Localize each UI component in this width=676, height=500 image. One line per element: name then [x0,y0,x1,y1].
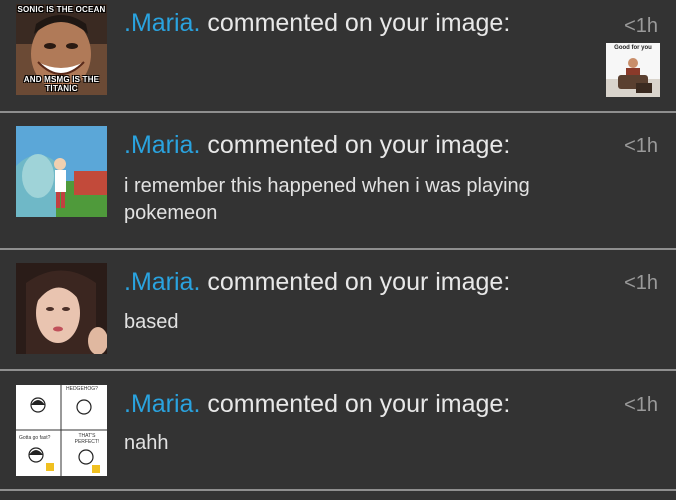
notification-item[interactable]: .Maria. commented on your image: <1h bas… [0,250,676,371]
meme-top-text: SONIC IS THE OCEAN [17,5,106,14]
notification-item[interactable]: SONIC IS THE OCEAN AND MSMG IS THE TITAN… [0,0,676,113]
username-link[interactable]: .Maria. [124,131,200,159]
comment-text: based [124,311,179,333]
action-text: commented on your image: [200,268,511,296]
meme-bottom-text: AND MSMG IS THE TITANIC [23,75,100,93]
notification-headline: .Maria. commented on your image: [124,130,510,160]
divider [0,489,676,491]
comic-caption: Gotta go fast? [19,435,51,441]
username-link[interactable]: .Maria. [124,268,200,296]
comic-caption: HEDGEHOG? [66,386,98,392]
post-thumbnail[interactable] [16,126,107,217]
action-text: commented on your image: [200,390,511,418]
post-thumbnail[interactable] [16,263,107,354]
username-link[interactable]: .Maria. [124,9,200,37]
post-thumbnail[interactable]: HEDGEHOG? Gotta go fast? THAT'S PERFECT! [16,385,107,476]
action-text: commented on your image: [200,131,511,159]
username-link[interactable]: .Maria. [124,390,200,418]
timestamp: <1h [624,135,658,157]
comment-text: nahh [124,432,169,454]
notification-headline: .Maria. commented on your image: [124,389,510,419]
comic-caption: THAT'S PERFECT! [74,433,100,445]
action-text: commented on your image: [200,9,511,37]
notification-item[interactable]: .Maria. commented on your image: <1h i r… [0,113,676,250]
notification-headline: .Maria. commented on your image: [124,267,510,297]
comment-text: i remember this happened when i was play… [124,175,530,224]
post-thumbnail[interactable]: SONIC IS THE OCEAN AND MSMG IS THE TITAN… [16,4,107,95]
reply-image-thumbnail[interactable]: Good for you [606,43,660,97]
timestamp: <1h [624,15,658,37]
notification-headline: .Maria. commented on your image: [124,8,510,38]
timestamp: <1h [624,394,658,416]
notification-feed: SONIC IS THE OCEAN AND MSMG IS THE TITAN… [0,0,676,500]
timestamp: <1h [624,272,658,294]
notification-item[interactable]: HEDGEHOG? Gotta go fast? THAT'S PERFECT!… [0,371,676,500]
